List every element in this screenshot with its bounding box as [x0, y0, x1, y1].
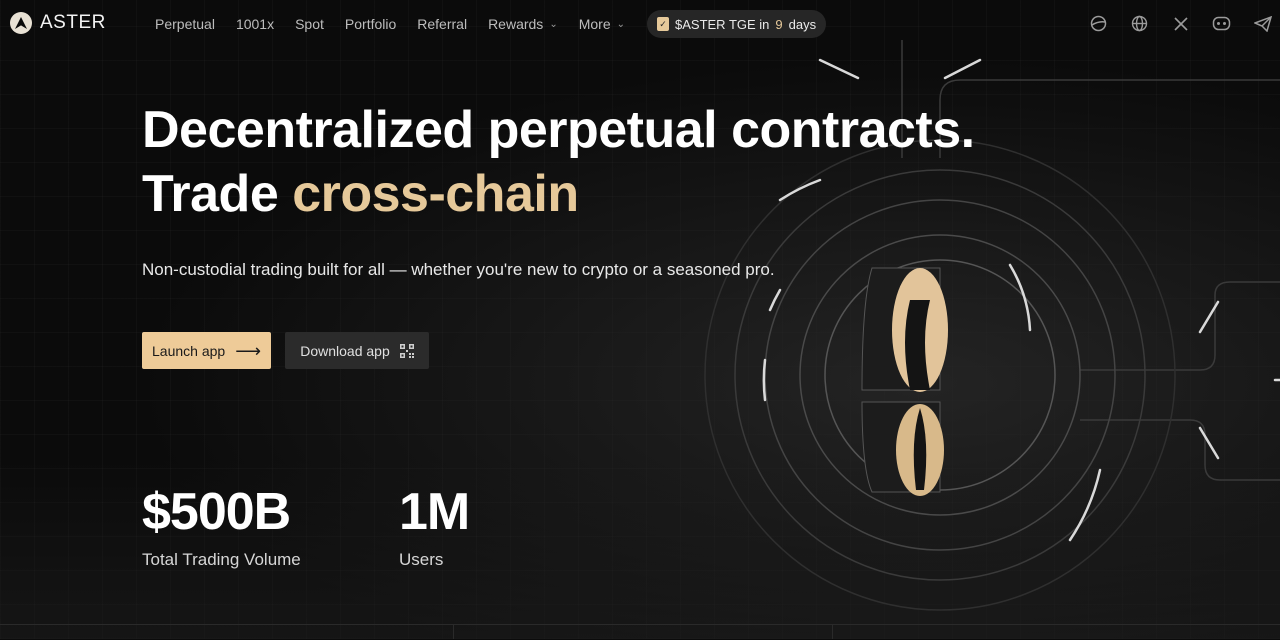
chevron-down-icon: ⌄: [616, 18, 625, 30]
x-icon[interactable]: [1171, 14, 1190, 33]
hero-line-2-highlight: cross-chain: [292, 165, 579, 223]
tge-countdown-pill[interactable]: ✓ $ASTER TGE in 9 days: [647, 10, 827, 38]
globe-icon[interactable]: [1130, 14, 1149, 33]
stat-users: 1M Users: [399, 483, 470, 570]
nav-item-1001x[interactable]: 1001x: [236, 16, 274, 32]
launch-app-button[interactable]: Launch app ⟶: [142, 332, 271, 369]
nav-item-label: Spot: [295, 16, 324, 32]
main-menu: Perpetual 1001x Spot Portfolio Referral …: [155, 16, 646, 32]
hero-subtitle: Non-custodial trading built for all — wh…: [142, 260, 775, 279]
hero-headline: Decentralized perpetual contracts. Trade…: [142, 98, 975, 226]
nav-item-rewards[interactable]: Rewards ⌄: [488, 16, 558, 32]
stat-label: Users: [399, 550, 444, 569]
hero-line-1: Decentralized perpetual contracts.: [142, 101, 975, 159]
chevron-down-icon: ⌄: [549, 18, 558, 30]
stat-value: $500B: [142, 483, 291, 541]
tge-suffix: days: [788, 16, 817, 32]
download-app-button[interactable]: Download app: [285, 332, 429, 369]
brand-name: ASTER: [40, 12, 106, 33]
launch-app-label: Launch app: [152, 342, 226, 359]
nav-item-perpetual[interactable]: Perpetual: [155, 16, 215, 32]
stat-label: Total Trading Volume: [142, 550, 301, 569]
calendar-icon: ✓: [657, 17, 669, 31]
tge-count: 9: [775, 16, 783, 32]
theme-icon[interactable]: [1089, 14, 1108, 33]
nav-icon-group: [1089, 14, 1272, 33]
nav-item-label: Rewards: [488, 16, 544, 32]
telegram-icon[interactable]: [1253, 14, 1272, 33]
arrow-right-icon: ⟶: [235, 340, 261, 361]
discord-icon[interactable]: [1212, 14, 1231, 33]
section-divider-tick: [453, 624, 454, 639]
top-nav: ASTER Perpetual 1001x Spot Portfolio Ref…: [0, 0, 1280, 48]
section-divider: [0, 624, 1280, 625]
nav-item-portfolio[interactable]: Portfolio: [345, 16, 396, 32]
nav-item-label: Portfolio: [344, 16, 397, 32]
qr-code-icon: [399, 343, 414, 358]
stat-value: 1M: [399, 483, 470, 541]
section-divider-tick: [832, 624, 833, 639]
hero-line-2: Trade cross-chain: [142, 162, 975, 226]
nav-item-more[interactable]: More ⌄: [579, 16, 625, 32]
nav-item-label: More: [578, 16, 611, 32]
nav-item-spot[interactable]: Spot: [295, 16, 324, 32]
download-app-label: Download app: [300, 342, 390, 359]
nav-item-label: 1001x: [235, 16, 275, 32]
nav-item-label: Referral: [417, 16, 468, 32]
hero-line-2-prefix: Trade: [142, 165, 279, 223]
tge-prefix: $ASTER TGE in: [675, 16, 770, 32]
stat-trading-volume: $500B Total Trading Volume: [142, 484, 301, 570]
aster-logo-icon: [10, 12, 32, 34]
brand-logo[interactable]: ASTER: [10, 12, 106, 34]
nav-item-referral[interactable]: Referral: [417, 16, 467, 32]
nav-item-label: Perpetual: [155, 16, 215, 32]
